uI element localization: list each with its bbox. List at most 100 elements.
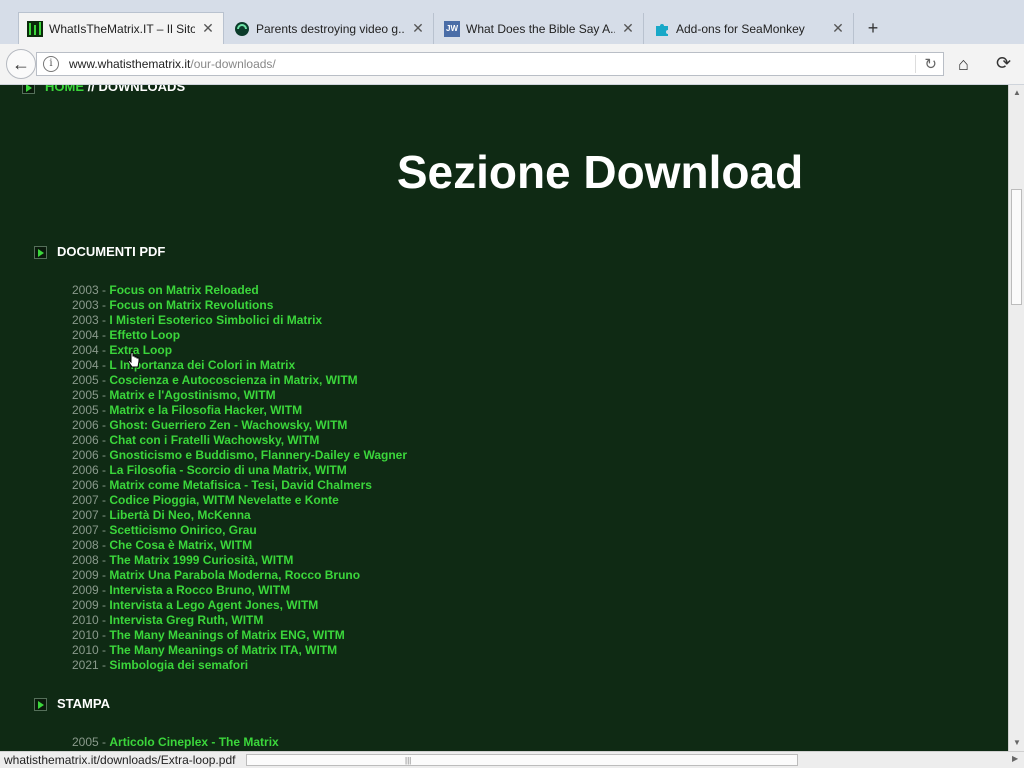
download-link[interactable]: Extra Loop xyxy=(109,343,172,357)
download-list-item: 2003 - Focus on Matrix Revolutions xyxy=(72,298,407,313)
year-separator: - xyxy=(98,628,110,642)
download-link[interactable]: Intervista Greg Ruth, WITM xyxy=(109,613,263,627)
breadcrumb-current: Downloads xyxy=(98,85,186,94)
close-tab-icon[interactable]: ✕ xyxy=(831,20,845,37)
scroll-down-arrow-icon[interactable]: ▼ xyxy=(1009,735,1024,751)
year-separator: - xyxy=(98,328,110,342)
download-list-item: 2005 - Matrix e la Filosofia Hacker, WIT… xyxy=(72,403,407,418)
download-list-item: 2006 - Matrix come Metafisica - Tesi, Da… xyxy=(72,478,407,493)
year-separator: - xyxy=(98,463,110,477)
navigation-bar: ← i www.whatisthematrix.it/our-downloads… xyxy=(0,44,1024,85)
download-year: 2007 xyxy=(72,508,99,522)
download-list-item: 2006 - Ghost: Guerriero Zen - Wachowsky,… xyxy=(72,418,407,433)
year-separator: - xyxy=(98,433,110,447)
url-bar[interactable]: i www.whatisthematrix.it/our-downloads/ … xyxy=(36,52,944,76)
download-link[interactable]: Libertà Di Neo, McKenna xyxy=(109,508,250,522)
download-list-item: 2005 - Matrix e l'Agostinismo, WITM xyxy=(72,388,407,403)
section-heading-pdf: Documenti PDF xyxy=(34,244,166,260)
gaming-favicon-icon xyxy=(234,21,250,37)
page-title: Sezione Download xyxy=(396,146,804,198)
download-link[interactable]: The Many Meanings of Matrix ENG, WITM xyxy=(109,628,344,642)
download-year: 2006 xyxy=(72,478,99,492)
matrix-favicon-icon xyxy=(27,20,43,37)
year-separator: - xyxy=(98,538,110,552)
download-list-item: 2006 - La Filosofia - Scorcio di una Mat… xyxy=(72,463,407,478)
scroll-right-arrow-icon[interactable]: ▶ xyxy=(1012,754,1018,763)
download-link[interactable]: Articolo Cineplex - The Matrix xyxy=(109,735,278,749)
download-list-item: 2010 - The Many Meanings of Matrix ENG, … xyxy=(72,628,407,643)
download-year: 2010 xyxy=(72,628,99,642)
download-link[interactable]: Coscienza e Autocoscienza in Matrix, WIT… xyxy=(109,373,357,387)
download-list-item: 2010 - Intervista Greg Ruth, WITM xyxy=(72,613,407,628)
download-link[interactable]: Matrix Una Parabola Moderna, Rocco Bruno xyxy=(109,568,360,582)
year-separator: - xyxy=(98,358,110,372)
download-link[interactable]: Matrix e la Filosofia Hacker, WITM xyxy=(109,403,302,417)
download-link[interactable]: La Filosofia - Scorcio di una Matrix, WI… xyxy=(109,463,346,477)
download-year: 2006 xyxy=(72,433,99,447)
url-host: www.whatisthematrix.it xyxy=(69,57,191,71)
download-list-item: 2008 - The Matrix 1999 Curiosità, WITM xyxy=(72,553,407,568)
download-link[interactable]: Codice Pioggia, WITM Nevelatte e Konte xyxy=(109,493,338,507)
download-link[interactable]: Chat con i Fratelli Wachowsky, WITM xyxy=(109,433,319,447)
info-icon[interactable]: i xyxy=(43,56,59,72)
download-list-item: 2003 - Focus on Matrix Reloaded xyxy=(72,283,407,298)
vertical-scrollbar[interactable]: ▲ ▼ xyxy=(1008,85,1024,751)
download-year: 2009 xyxy=(72,583,99,597)
download-link[interactable]: Focus on Matrix Revolutions xyxy=(109,298,273,312)
download-link[interactable]: Effetto Loop xyxy=(109,328,180,342)
download-link[interactable]: The Matrix 1999 Curiosità, WITM xyxy=(109,553,293,567)
url-path: /our-downloads/ xyxy=(190,57,276,71)
back-button[interactable]: ← xyxy=(6,49,36,79)
breadcrumb-separator: // xyxy=(84,85,99,94)
year-separator: - xyxy=(98,508,110,522)
year-separator: - xyxy=(98,598,110,612)
reload-icon[interactable]: ↻ xyxy=(915,55,937,73)
download-year: 2004 xyxy=(72,343,99,357)
download-year: 2005 xyxy=(72,388,99,402)
home-icon[interactable]: ⌂ xyxy=(958,54,969,75)
tab-addons[interactable]: Add-ons for SeaMonkey ✕ xyxy=(646,13,854,44)
scroll-up-arrow-icon[interactable]: ▲ xyxy=(1009,85,1024,101)
download-link[interactable]: Focus on Matrix Reloaded xyxy=(109,283,258,297)
close-tab-icon[interactable]: ✕ xyxy=(621,20,635,37)
year-separator: - xyxy=(98,643,110,657)
download-list-item: 2006 - Gnosticismo e Buddismo, Flannery-… xyxy=(72,448,407,463)
download-link[interactable]: Matrix come Metafisica - Tesi, David Cha… xyxy=(109,478,372,492)
close-tab-icon[interactable]: ✕ xyxy=(411,20,425,37)
year-separator: - xyxy=(98,283,110,297)
grip-icon: ||| xyxy=(405,756,412,765)
tab-title: WhatIsTheMatrix.IT – Il Sito... xyxy=(49,21,195,36)
download-link[interactable]: Intervista a Lego Agent Jones, WITM xyxy=(109,598,318,612)
breadcrumb-home-link[interactable]: Home xyxy=(45,85,84,94)
tab-parents-destroying[interactable]: Parents destroying video g... ✕ xyxy=(226,13,434,44)
download-link[interactable]: Ghost: Guerriero Zen - Wachowsky, WITM xyxy=(109,418,347,432)
download-list-item: 2009 - Intervista a Lego Agent Jones, WI… xyxy=(72,598,407,613)
download-list-item: 2005 - Coscienza e Autocoscienza in Matr… xyxy=(72,373,407,388)
sync-icon[interactable]: ⟳ xyxy=(996,53,1011,74)
pdf-download-list: 2003 - Focus on Matrix Reloaded 2003 - Fo… xyxy=(72,283,407,673)
download-list-item: 2005 - Articolo Cineplex - The Matrix xyxy=(72,735,279,750)
section-heading-label: Stampa xyxy=(57,696,110,711)
new-tab-button[interactable]: + xyxy=(860,16,886,40)
horizontal-scrollbar-thumb[interactable]: ||| xyxy=(246,754,798,766)
download-link[interactable]: Che Cosa è Matrix, WITM xyxy=(109,538,252,552)
tab-bar: WhatIsTheMatrix.IT – Il Sito... ✕ Parent… xyxy=(0,0,1024,44)
download-link[interactable]: The Many Meanings of Matrix ITA, WITM xyxy=(109,643,337,657)
download-link[interactable]: Matrix e l'Agostinismo, WITM xyxy=(109,388,275,402)
year-separator: - xyxy=(98,298,110,312)
tab-title: Parents destroying video g... xyxy=(256,21,405,36)
section-heading-label: Documenti PDF xyxy=(57,244,166,259)
download-link[interactable]: Simbologia dei semafori xyxy=(109,658,248,672)
download-link[interactable]: I Misteri Esoterico Simbolici di Matrix xyxy=(109,313,322,327)
tab-bible[interactable]: JW What Does the Bible Say A... ✕ xyxy=(436,13,644,44)
download-year: 2021 xyxy=(72,658,99,672)
download-list-item: 2021 - Simbologia dei semafori xyxy=(72,658,407,673)
download-link[interactable]: Scetticismo Onirico, Grau xyxy=(109,523,256,537)
tab-whatisthematrix[interactable]: WhatIsTheMatrix.IT – Il Sito... ✕ xyxy=(18,12,224,44)
download-link[interactable]: Intervista a Rocco Bruno, WITM xyxy=(109,583,290,597)
close-tab-icon[interactable]: ✕ xyxy=(201,20,215,37)
download-link[interactable]: Gnosticismo e Buddismo, Flannery-Dailey … xyxy=(109,448,407,462)
year-separator: - xyxy=(98,313,110,327)
scrollbar-thumb[interactable] xyxy=(1011,189,1022,305)
download-list-item: 2007 - Libertà Di Neo, McKenna xyxy=(72,508,407,523)
